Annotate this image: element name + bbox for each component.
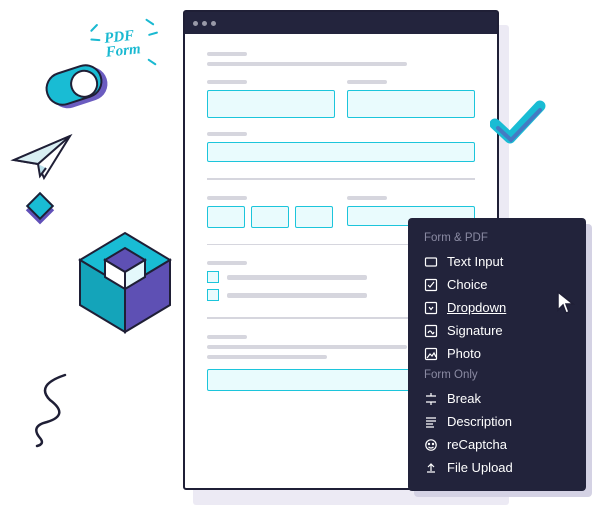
diamond-icon — [26, 192, 54, 220]
menu-item-label: Choice — [447, 277, 487, 292]
form-field[interactable] — [207, 206, 245, 228]
form-field[interactable] — [347, 90, 475, 118]
pdf-form-label: PDF Form — [104, 28, 142, 60]
squiggle-icon — [25, 370, 85, 450]
upload-icon — [424, 461, 438, 475]
menu-item-text-input[interactable]: Text Input — [408, 250, 586, 273]
recaptcha-icon — [424, 438, 438, 452]
signature-icon — [424, 324, 438, 338]
cursor-icon — [556, 290, 576, 316]
photo-icon — [424, 347, 438, 361]
checkbox[interactable] — [207, 271, 219, 283]
menu-item-label: reCaptcha — [447, 437, 507, 452]
choice-icon — [424, 278, 438, 292]
field-type-menu: Form & PDF Text Input Choice Dropdown Signa… — [408, 218, 586, 491]
cube-icon — [70, 215, 190, 345]
menu-item-label: Photo — [447, 346, 481, 361]
menu-item-label: Signature — [447, 323, 503, 338]
menu-item-file-upload[interactable]: File Upload — [408, 456, 586, 479]
form-field[interactable] — [251, 206, 289, 228]
dropdown-icon — [424, 301, 438, 315]
menu-item-description[interactable]: Description — [408, 410, 586, 433]
menu-item-photo[interactable]: Photo — [408, 342, 586, 365]
toggle-icon — [41, 60, 107, 110]
description-icon — [424, 415, 438, 429]
break-icon — [424, 392, 438, 406]
menu-section-header: Form Only — [408, 365, 586, 387]
window-titlebar — [185, 12, 497, 34]
form-field[interactable] — [207, 90, 335, 118]
menu-item-label: Text Input — [447, 254, 503, 269]
text-input-icon — [424, 255, 438, 269]
paper-plane-icon — [10, 130, 78, 186]
menu-item-recaptcha[interactable]: reCaptcha — [408, 433, 586, 456]
menu-item-break[interactable]: Break — [408, 387, 586, 410]
menu-item-label: Description — [447, 414, 512, 429]
menu-section-header: Form & PDF — [408, 228, 586, 250]
menu-item-label: Break — [447, 391, 481, 406]
checkbox[interactable] — [207, 289, 219, 301]
form-field[interactable] — [295, 206, 333, 228]
form-field[interactable] — [207, 142, 475, 162]
checkmark-icon — [490, 100, 546, 146]
menu-item-label: Dropdown — [447, 300, 506, 315]
menu-item-signature[interactable]: Signature — [408, 319, 586, 342]
menu-item-label: File Upload — [447, 460, 513, 475]
